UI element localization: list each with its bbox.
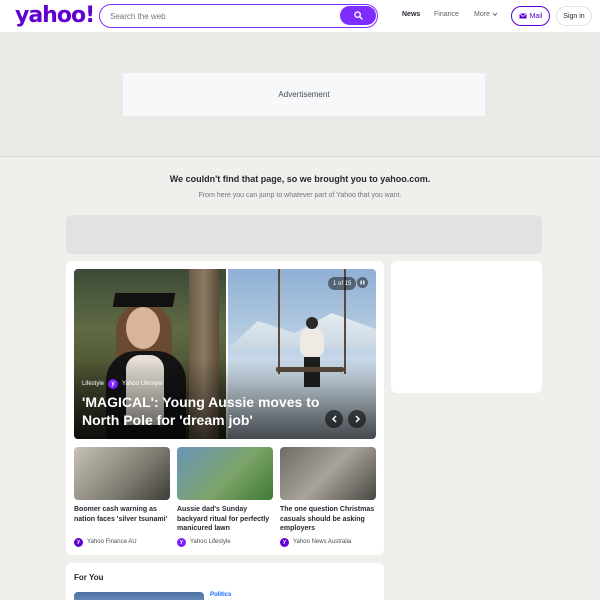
yahoo-logo[interactable]: yahoo! — [15, 3, 95, 28]
story-headline-1[interactable]: Boomer cash warning as nation faces 'sil… — [74, 505, 174, 524]
pause-icon — [360, 280, 365, 285]
for-you-title: For You — [74, 573, 104, 582]
hero-source[interactable]: Yahoo Lifestyle — [122, 381, 163, 387]
side-card — [391, 261, 542, 393]
carousel-prev-button[interactable] — [325, 410, 343, 428]
search-button[interactable] — [340, 6, 376, 25]
story-source-2[interactable]: y Yahoo Lifestyle — [177, 537, 231, 547]
chevron-right-icon — [354, 415, 360, 423]
carousel-next-button[interactable] — [348, 410, 366, 428]
for-you-category[interactable]: Politics — [210, 592, 231, 598]
source-logo-icon: y — [74, 537, 83, 547]
chevron-left-icon — [331, 415, 337, 423]
for-you-thumbnail[interactable] — [74, 592, 204, 600]
mail-button[interactable]: Mail — [511, 6, 550, 26]
pause-button[interactable] — [357, 277, 368, 288]
hero-meta: Lifestyle y Yahoo Lifestyle — [82, 379, 163, 389]
story-headline-3[interactable]: The one question Christmas casuals shoul… — [280, 505, 380, 534]
story-source-1[interactable]: y Yahoo Finance AU — [74, 537, 137, 547]
mail-label: Mail — [529, 12, 543, 20]
search-icon — [353, 11, 363, 20]
hero-category[interactable]: Lifestyle — [82, 381, 104, 387]
placeholder-bar — [66, 215, 542, 254]
mail-icon — [518, 13, 527, 19]
nav-finance[interactable]: Finance — [434, 11, 459, 18]
yahoo-lifestyle-icon: y — [108, 379, 119, 389]
story-source-3-label: Yahoo News Australia — [293, 539, 352, 545]
story-source-1-label: Yahoo Finance AU — [87, 539, 137, 545]
nav-more-label: More — [474, 11, 490, 18]
search-input[interactable] — [110, 8, 330, 24]
story-thumbnail-2[interactable] — [177, 447, 273, 500]
ad-band: Advertisement — [0, 34, 600, 157]
chevron-down-icon — [492, 12, 498, 16]
advertisement-label: Advertisement — [278, 90, 330, 99]
story-source-2-label: Yahoo Lifestyle — [190, 539, 231, 545]
nav-more[interactable]: More — [474, 11, 498, 18]
slide-counter: 1 of 15 — [328, 277, 357, 290]
nav-news[interactable]: News — [402, 11, 420, 18]
advertisement[interactable]: Advertisement — [122, 72, 486, 117]
story-headline-2[interactable]: Aussie dad's Sunday backyard ritual for … — [177, 505, 277, 534]
source-logo-icon: y — [280, 537, 289, 547]
story-thumbnail-3[interactable] — [280, 447, 376, 500]
notice-subtitle: From here you can jump to whatever part … — [198, 192, 402, 199]
search-bar — [99, 4, 378, 28]
story-source-3[interactable]: y Yahoo News Australia — [280, 537, 351, 547]
source-logo-icon: y — [177, 537, 186, 547]
story-thumbnail-1[interactable] — [74, 447, 170, 500]
hero-headline[interactable]: 'MAGICAL': Young Aussie moves to North P… — [82, 393, 322, 429]
top-header: yahoo! News Finance More Mail Sign in — [0, 0, 600, 33]
sign-in-button[interactable]: Sign in — [556, 6, 592, 26]
notice-title: We couldn't find that page, so we brough… — [169, 174, 431, 184]
